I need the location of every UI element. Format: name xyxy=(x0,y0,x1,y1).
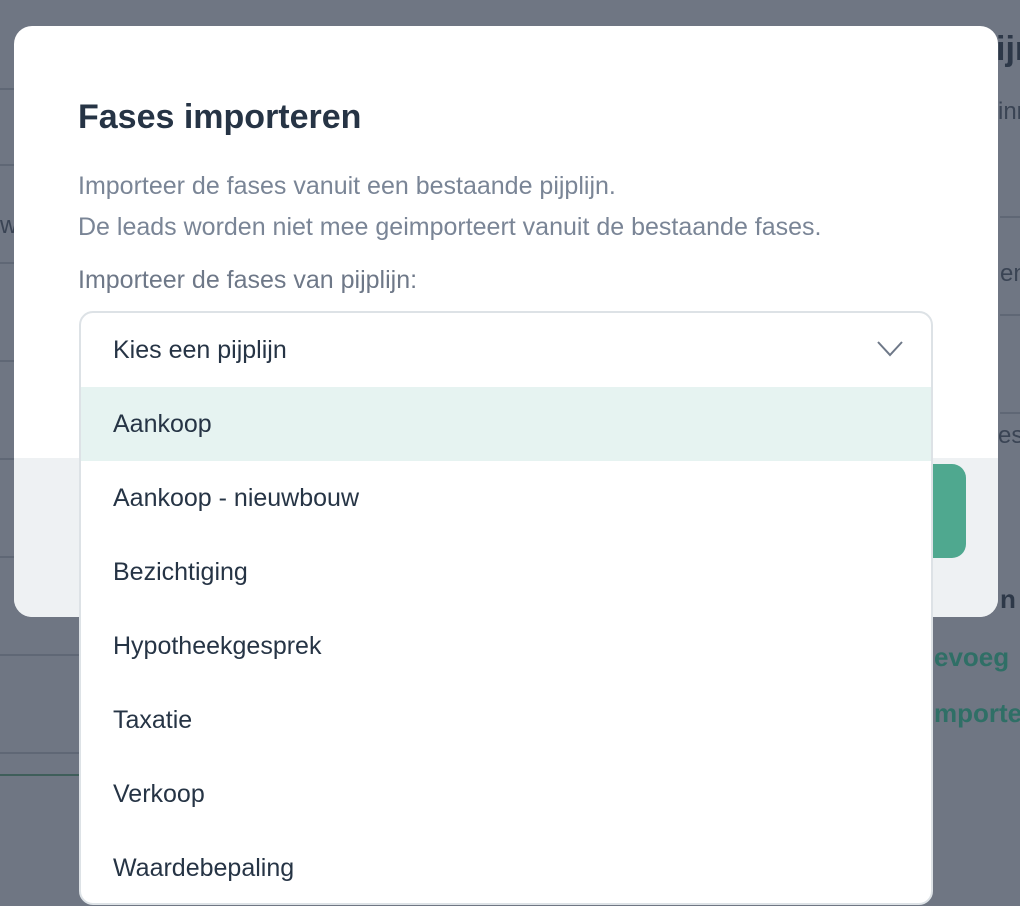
pipeline-option-waardebepaling[interactable]: Waardebepaling xyxy=(81,831,931,903)
bg-divider xyxy=(0,458,14,460)
pipeline-select[interactable]: Kies een pijplijn Aankoop Aankoop - nieu… xyxy=(79,311,933,905)
bg-divider xyxy=(0,88,14,90)
pipeline-option-verkoop[interactable]: Verkoop xyxy=(81,757,931,831)
bg-import-link[interactable]: mporte xyxy=(934,698,1020,729)
bg-divider xyxy=(0,654,80,656)
bg-page-title: ijn xyxy=(996,30,1020,68)
chevron-down-icon xyxy=(877,341,903,357)
pipeline-option-bezichtiging[interactable]: Bezichtiging xyxy=(81,535,931,609)
description-line-1: Importeer de fases vanuit een bestaande … xyxy=(78,172,616,200)
bg-divider xyxy=(0,262,14,264)
pipeline-option-hypotheekgesprek[interactable]: Hypotheekgesprek xyxy=(81,609,931,683)
bg-divider xyxy=(1000,412,1020,414)
bg-divider xyxy=(0,752,80,754)
pipeline-select-placeholder: Kies een pijplijn xyxy=(113,335,287,364)
bg-add-link[interactable]: evoeg xyxy=(934,642,1009,673)
pipeline-option-aankoop-nieuwbouw[interactable]: Aankoop - nieuwbouw xyxy=(81,461,931,535)
bg-divider xyxy=(0,774,80,776)
bg-divider xyxy=(1000,314,1020,316)
bg-fragment: en xyxy=(1000,260,1020,287)
bg-fragment: inn xyxy=(998,98,1020,125)
bg-divider xyxy=(1000,216,1020,218)
bg-divider xyxy=(0,164,14,166)
pipeline-option-taxatie[interactable]: Taxatie xyxy=(81,683,931,757)
bg-divider xyxy=(0,360,14,362)
pipeline-select-trigger[interactable]: Kies een pijplijn xyxy=(81,313,931,387)
bg-divider xyxy=(0,556,14,558)
bg-fragment: es xyxy=(998,422,1020,449)
description-line-2: De leads worden niet mee geimporteert va… xyxy=(78,213,822,241)
pipeline-option-aankoop[interactable]: Aankoop xyxy=(81,387,931,461)
pipeline-field-label: Importeer de fases van pijplijn: xyxy=(78,266,418,294)
modal-description: Importeer de fases vanuit een bestaande … xyxy=(78,166,822,248)
pipeline-options-list: Aankoop Aankoop - nieuwbouw Bezichtiging… xyxy=(81,387,931,903)
modal-title: Fases importeren xyxy=(78,98,362,136)
bg-fragment: n xyxy=(1000,584,1016,614)
